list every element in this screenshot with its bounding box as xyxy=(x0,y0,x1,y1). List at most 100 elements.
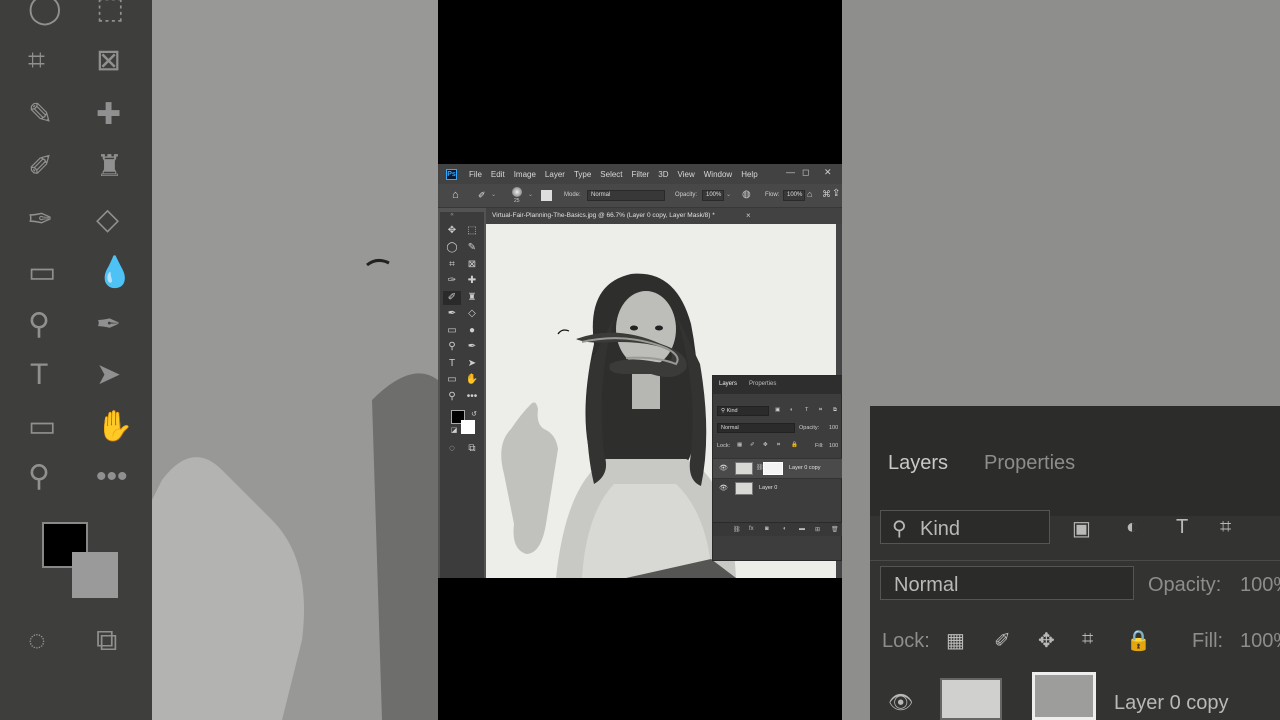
lock-row: Lock: ▦ ✐ ✥ ⌗ 🔒 Fill: 100 xyxy=(713,441,842,457)
brush-tool-icon[interactable]: ✐ xyxy=(443,291,461,305)
chevron-down-icon[interactable]: ⌄ xyxy=(491,191,496,198)
add-mask-icon[interactable]: ◙ xyxy=(765,526,769,532)
maximize-button[interactable]: ◻ xyxy=(802,167,809,178)
brush-preset-icon[interactable]: ✐ xyxy=(478,190,486,201)
menu-3d[interactable]: 3D xyxy=(658,170,668,179)
screen-mode-tool-icon[interactable]: ⧉ xyxy=(463,442,481,456)
screen-mode-icon: ⧉ xyxy=(96,624,118,657)
quick-select-tool-icon[interactable]: ✎ xyxy=(463,241,481,255)
menu-image[interactable]: Image xyxy=(514,170,536,179)
blur-tool-icon[interactable]: ● xyxy=(463,324,481,338)
flow-field[interactable]: 100% xyxy=(783,190,805,201)
quick-mask-icon: ◌ xyxy=(28,624,46,657)
background-color[interactable] xyxy=(461,420,475,434)
quick-mask-tool-icon[interactable]: ◌ xyxy=(443,442,461,456)
smoothing-icon[interactable]: ⌘ xyxy=(822,189,831,200)
history-brush-tool-icon[interactable]: ✒ xyxy=(443,307,461,321)
layer-row-layer-0[interactable]: 👁 Layer 0 xyxy=(713,478,842,498)
hand-tool-icon[interactable]: ✋ xyxy=(463,373,481,387)
zoomed-lock-brush-icon: ✐ xyxy=(994,630,1011,652)
pen-tool-icon[interactable]: ✒ xyxy=(463,340,481,354)
tab-properties[interactable]: Properties xyxy=(749,381,776,387)
frame-tool-icon[interactable]: ⊠ xyxy=(463,258,481,272)
document-tab[interactable]: Virtual-Fair-Planning-The-Basics.jpg @ 6… xyxy=(486,208,842,224)
menu-file[interactable]: File xyxy=(469,170,482,179)
opacity-chevron-icon[interactable]: ⌄ xyxy=(726,191,731,198)
type-tool-icon[interactable]: T xyxy=(443,357,461,371)
stamp-icon: ♜ xyxy=(96,150,123,183)
zoom-tool-icon[interactable]: ⚲ xyxy=(443,390,461,404)
home-icon[interactable]: ⌂ xyxy=(452,189,459,201)
opacity-label: Opacity: xyxy=(675,192,698,198)
layer-mask-thumbnail[interactable] xyxy=(763,462,783,475)
healing-tool-icon[interactable]: ✚ xyxy=(463,274,481,288)
zoomed-properties-tab: Properties xyxy=(984,452,1076,474)
dodge-tool-icon[interactable]: ⚲ xyxy=(443,340,461,354)
kind-select[interactable]: ⚲ Kind xyxy=(717,406,769,416)
lock-pixels-icon[interactable]: ▦ xyxy=(737,442,742,448)
type-filter-icon[interactable]: T xyxy=(805,407,808,413)
brush-tip-preview[interactable] xyxy=(512,187,522,197)
lasso-tool-icon[interactable]: ◯ xyxy=(443,241,461,255)
minimize-button[interactable]: — xyxy=(786,167,795,177)
new-layer-icon[interactable]: ⊞ xyxy=(815,526,820,533)
visibility-eye-icon[interactable]: 👁 xyxy=(719,464,728,472)
mode-select[interactable]: Normal xyxy=(587,190,665,201)
brush-size-chevron-icon[interactable]: ⌄ xyxy=(528,191,533,198)
link-layers-icon[interactable]: ⛓ xyxy=(733,526,741,533)
close-window-button[interactable]: ✕ xyxy=(824,167,832,178)
stamp-tool-icon[interactable]: ♜ xyxy=(463,291,481,305)
marquee-tool-icon[interactable]: ⬚ xyxy=(463,224,481,238)
adjustment-layer-icon[interactable]: ◐ xyxy=(783,526,787,532)
brush-settings-icon[interactable] xyxy=(541,190,552,201)
tab-layers[interactable]: Layers xyxy=(719,381,737,387)
lock-all-icon[interactable]: 🔒 xyxy=(791,442,798,448)
smart-object-filter-icon[interactable]: ⧉ xyxy=(833,407,837,414)
adjustment-filter-icon[interactable]: ◐ xyxy=(790,407,793,413)
airbrush-icon[interactable]: ⌂ xyxy=(807,189,812,199)
menu-type[interactable]: Type xyxy=(574,170,591,179)
eyedropper-tool-icon[interactable]: ✑ xyxy=(443,274,461,288)
lock-paint-icon[interactable]: ✐ xyxy=(750,442,755,448)
lock-artboard-icon[interactable]: ⌗ xyxy=(777,442,780,449)
menu-select[interactable]: Select xyxy=(600,170,622,179)
visibility-eye-icon[interactable]: 👁 xyxy=(719,484,728,492)
eraser-tool-icon[interactable]: ◇ xyxy=(463,307,481,321)
pixel-filter-icon[interactable]: ▣ xyxy=(775,407,780,413)
menu-layer[interactable]: Layer xyxy=(545,170,565,179)
path-select-icon: ➤ xyxy=(96,358,122,391)
move-tool-icon[interactable]: ✥ xyxy=(443,224,461,238)
share-icon[interactable]: ⇪ xyxy=(832,188,840,199)
fill-value[interactable]: 100 xyxy=(829,443,838,449)
new-group-icon[interactable]: ▬ xyxy=(799,526,805,532)
gradient-icon: ▭ xyxy=(28,256,57,289)
path-select-tool-icon[interactable]: ➤ xyxy=(463,357,481,371)
fill-label: Fill: xyxy=(815,443,824,449)
layer-opacity-value[interactable]: 100 xyxy=(829,425,838,431)
rectangle-tool-icon[interactable]: ▭ xyxy=(443,373,461,387)
lock-position-icon[interactable]: ✥ xyxy=(763,442,768,448)
pressure-opacity-icon[interactable]: ◍ xyxy=(742,189,751,200)
options-bar: ⌂ ✐ ⌄ 25 ⌄ Mode: Normal Opacity: 100% ⌄ … xyxy=(438,184,842,208)
layer-row-layer-0-copy[interactable]: 👁 ⛓ Layer 0 copy xyxy=(713,458,842,478)
blend-mode-select[interactable]: Normal xyxy=(717,423,795,433)
swap-colors-icon[interactable]: ↺ xyxy=(465,408,483,422)
crop-tool-icon[interactable]: ⌗ xyxy=(443,258,461,272)
collapse-icon[interactable]: « xyxy=(443,208,461,222)
menu-filter[interactable]: Filter xyxy=(632,170,650,179)
filter-row: ⚲ Kind ▣ ◐ T ⌗ ⧉ xyxy=(713,406,842,422)
eyedropper-icon: ✎ xyxy=(28,98,54,131)
default-colors-icon[interactable]: ◪ xyxy=(445,424,463,438)
fx-icon[interactable]: fx xyxy=(749,526,754,532)
menu-view[interactable]: View xyxy=(678,170,695,179)
opacity-field[interactable]: 100% xyxy=(702,190,724,201)
menu-help[interactable]: Help xyxy=(741,170,757,179)
menu-window[interactable]: Window xyxy=(704,170,732,179)
more-tools-icon[interactable]: ••• xyxy=(463,390,481,404)
type-icon: T xyxy=(30,358,49,391)
menu-edit[interactable]: Edit xyxy=(491,170,505,179)
close-tab-icon[interactable]: × xyxy=(746,211,751,220)
gradient-tool-icon[interactable]: ▭ xyxy=(443,324,461,338)
delete-layer-icon[interactable]: 🗑 xyxy=(831,526,839,533)
shape-filter-icon[interactable]: ⌗ xyxy=(819,407,822,414)
